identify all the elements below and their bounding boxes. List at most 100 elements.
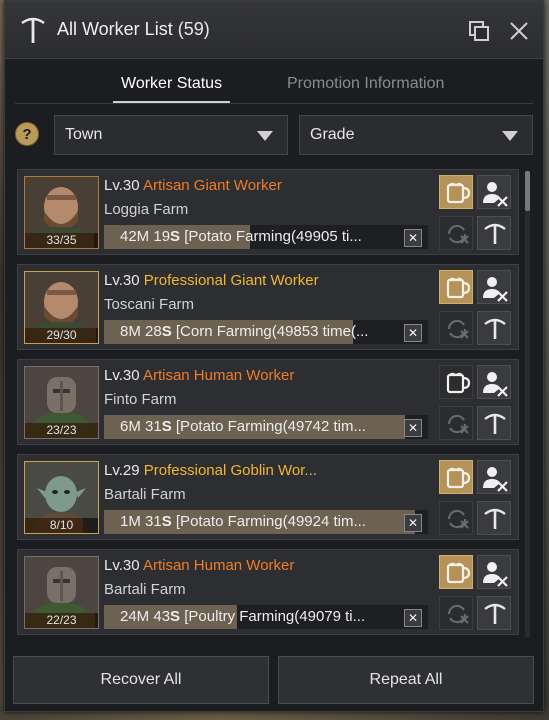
promote-button[interactable] <box>477 501 511 535</box>
repeat-job-button[interactable] <box>439 596 473 630</box>
window-title: All Worker List (59) <box>57 19 210 40</box>
stamina-text: 22/23 <box>25 613 98 628</box>
worker-count: (59) <box>177 19 210 39</box>
stamina-text: 8/10 <box>25 518 98 533</box>
job-progress-bar: 24M 43S [Poultry Farming(49079 ti... <box>104 605 428 629</box>
cancel-job-button[interactable]: ✕ <box>404 229 422 247</box>
pickaxe-icon <box>484 318 506 339</box>
level-prefix: Lv. <box>104 177 123 194</box>
promote-button[interactable] <box>477 311 511 345</box>
worker-farm: Bartali Farm <box>104 581 186 598</box>
repeat-icon <box>447 224 469 244</box>
promote-button[interactable] <box>477 406 511 440</box>
job-text: 6M 31S [Potato Farming(49742 tim... <box>120 418 392 435</box>
level-value: 30 <box>122 557 140 574</box>
beer-mug-icon <box>446 562 471 584</box>
worker-card[interactable]: 29/30 Lv.30 Professional Giant Worker To… <box>17 264 519 350</box>
pickaxe-icon <box>484 508 506 529</box>
dismiss-worker-button[interactable] <box>477 555 511 589</box>
job-time-suffix: S <box>161 513 172 530</box>
job-time-suffix: S <box>161 323 172 340</box>
repeat-all-button[interactable]: Repeat All <box>278 656 534 704</box>
worker-list-window: All Worker List (59) Worker Status Promo… <box>4 0 544 712</box>
worker-portrait[interactable]: 29/30 <box>24 271 99 344</box>
help-button[interactable]: ? <box>15 122 39 146</box>
beer-mug-icon <box>446 467 471 489</box>
worker-farm: Loggia Farm <box>104 201 189 218</box>
promote-button[interactable] <box>477 216 511 250</box>
job-text: 1M 31S [Potato Farming(49924 tim... <box>120 513 392 530</box>
job-description: [Potato Farming(49924 tim... <box>175 513 366 530</box>
popout-icon[interactable] <box>467 19 491 43</box>
close-icon[interactable] <box>507 19 531 43</box>
level-prefix: Lv. <box>104 272 123 289</box>
dismiss-worker-button[interactable] <box>477 365 511 399</box>
grade-dropdown[interactable]: Grade <box>299 115 533 155</box>
worker-portrait[interactable]: 33/35 <box>24 176 99 249</box>
repeat-job-button[interactable] <box>439 406 473 440</box>
repeat-icon <box>447 414 469 434</box>
scrollbar[interactable] <box>525 171 530 637</box>
feed-button[interactable] <box>439 365 473 399</box>
job-description: [Poultry Farming(49079 ti... <box>184 608 366 625</box>
worker-level-grade: Lv.30 Artisan Human Worker <box>104 557 294 574</box>
level-value: 29 <box>122 462 140 479</box>
feed-button[interactable] <box>439 270 473 304</box>
town-dropdown-label: Town <box>65 126 103 143</box>
worker-list: 33/35 Lv.30 Artisan Giant Worker Loggia … <box>17 169 521 639</box>
worker-card[interactable]: 8/10 Lv.29 Professional Goblin Wor... Ba… <box>17 454 519 540</box>
promote-button[interactable] <box>477 596 511 630</box>
dismiss-worker-button[interactable] <box>477 175 511 209</box>
user-remove-icon <box>483 562 508 587</box>
level-value: 30 <box>122 177 140 194</box>
pickaxe-icon <box>484 603 506 624</box>
worker-grade: Artisan Human Worker <box>142 557 295 574</box>
job-progress-bar: 1M 31S [Potato Farming(49924 tim... <box>104 510 428 534</box>
grade-dropdown-label: Grade <box>310 126 355 143</box>
job-time: 8M 28 <box>120 323 162 340</box>
worker-card[interactable]: 22/23 Lv.30 Artisan Human Worker Bartali… <box>17 549 519 635</box>
worker-portrait[interactable]: 8/10 <box>24 461 99 534</box>
worker-portrait[interactable]: 22/23 <box>24 556 99 629</box>
repeat-job-button[interactable] <box>439 311 473 345</box>
cancel-job-button[interactable]: ✕ <box>404 514 422 532</box>
worker-portrait[interactable]: 23/23 <box>24 366 99 439</box>
worker-farm: Toscani Farm <box>104 296 195 313</box>
window-title-label: All Worker List <box>57 19 173 39</box>
title-bar[interactable]: All Worker List (59) <box>5 1 543 59</box>
town-dropdown[interactable]: Town <box>54 115 288 155</box>
cancel-job-button[interactable]: ✕ <box>404 324 422 342</box>
stamina-text: 29/30 <box>25 328 98 343</box>
cancel-job-button[interactable]: ✕ <box>404 419 422 437</box>
repeat-job-button[interactable] <box>439 501 473 535</box>
worker-card[interactable]: 33/35 Lv.30 Artisan Giant Worker Loggia … <box>17 169 519 255</box>
scrollbar-thumb[interactable] <box>525 171 530 211</box>
pickaxe-icon <box>484 223 506 244</box>
dismiss-worker-button[interactable] <box>477 270 511 304</box>
repeat-job-button[interactable] <box>439 216 473 250</box>
repeat-icon <box>447 509 469 529</box>
level-value: 30 <box>122 367 140 384</box>
tab-worker-status[interactable]: Worker Status <box>112 75 231 103</box>
recover-all-button[interactable]: Recover All <box>13 656 269 704</box>
worker-card[interactable]: 23/23 Lv.30 Artisan Human Worker Finto F… <box>17 359 519 445</box>
cancel-job-button[interactable]: ✕ <box>404 609 422 627</box>
job-progress-bar: 8M 28S [Corn Farming(49853 time(... <box>104 320 428 344</box>
job-time-suffix: S <box>170 228 181 245</box>
user-remove-icon <box>483 467 508 492</box>
stamina-text: 23/23 <box>25 423 98 438</box>
feed-button[interactable] <box>439 175 473 209</box>
worker-level-grade: Lv.29 Professional Goblin Wor... <box>104 462 317 479</box>
job-time: 1M 31 <box>120 513 162 530</box>
worker-grade: Professional Goblin Wor... <box>143 462 317 479</box>
chevron-down-icon <box>502 131 518 141</box>
worker-grade: Professional Giant Worker <box>143 272 319 289</box>
tab-promotion-information[interactable]: Promotion Information <box>287 75 444 93</box>
level-prefix: Lv. <box>104 367 123 384</box>
job-description: [Corn Farming(49853 time(... <box>175 323 369 340</box>
dismiss-worker-button[interactable] <box>477 460 511 494</box>
feed-button[interactable] <box>439 460 473 494</box>
user-remove-icon <box>483 182 508 207</box>
feed-button[interactable] <box>439 555 473 589</box>
job-text: 8M 28S [Corn Farming(49853 time(... <box>120 323 392 340</box>
